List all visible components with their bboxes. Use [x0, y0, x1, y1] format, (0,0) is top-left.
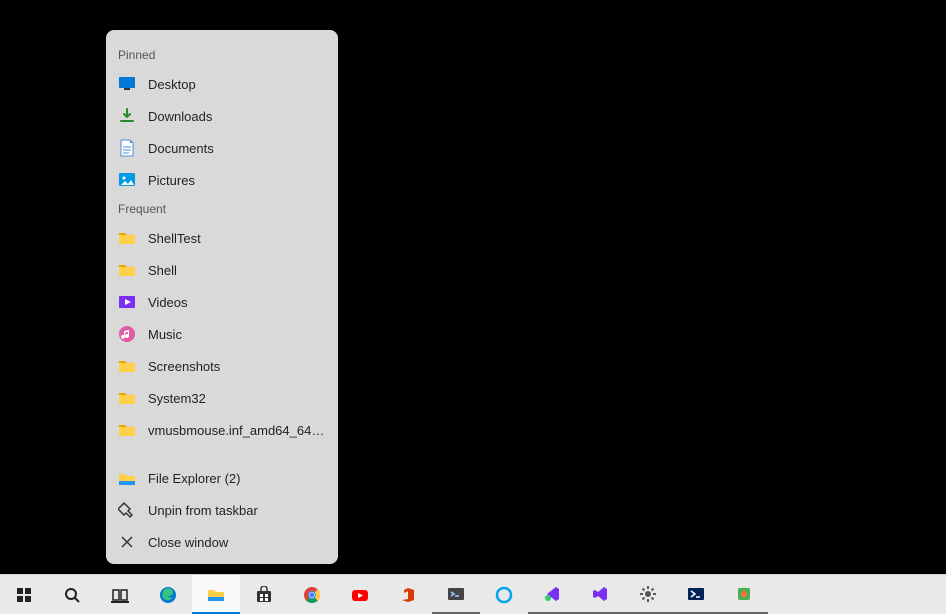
download-icon: [118, 107, 136, 125]
videos-icon: [118, 293, 136, 311]
taskbar-store[interactable]: [240, 575, 288, 614]
jumplist-item-label: vmusbmouse.inf_amd64_64ac7a0a...: [148, 423, 326, 438]
taskbar-chrome[interactable]: [288, 575, 336, 614]
start-icon: [13, 584, 35, 606]
jumplist-item-music[interactable]: Music: [106, 318, 338, 350]
jumplist-item-videos[interactable]: Videos: [106, 286, 338, 318]
jumplist-item-label: Pictures: [148, 173, 326, 188]
section-header: Frequent: [106, 196, 338, 222]
folder-icon: [118, 229, 136, 247]
jumplist-actions: File Explorer (2) Unpin from taskbar Close…: [106, 462, 338, 558]
folder-icon: [118, 421, 136, 439]
document-icon: [118, 139, 136, 157]
jumplist-item-label: Videos: [148, 295, 326, 310]
jumplist-item-pictures[interactable]: Pictures: [106, 164, 338, 196]
jumplist-action-label: File Explorer (2): [148, 471, 326, 486]
taskbar-taskview[interactable]: [96, 575, 144, 614]
folder-icon: [118, 389, 136, 407]
vscode-icon: [541, 583, 563, 605]
jumplist-item-downloads[interactable]: Downloads: [106, 100, 338, 132]
jumplist-item-screenshots[interactable]: Screenshots: [106, 350, 338, 382]
section-header: Pinned: [106, 42, 338, 68]
jumplist-item-shell[interactable]: Shell: [106, 254, 338, 286]
jumplist-item-label: Screenshots: [148, 359, 326, 374]
taskbar-vs[interactable]: [576, 575, 624, 614]
taskbar-misc[interactable]: [720, 575, 768, 614]
folder-icon: [118, 261, 136, 279]
jumplist-action-label: Unpin from taskbar: [148, 503, 326, 518]
taskbar-terminal[interactable]: [432, 575, 480, 614]
youtube-icon: [349, 584, 371, 606]
close-icon: [118, 533, 136, 551]
jumplist-action-app[interactable]: File Explorer (2): [106, 462, 338, 494]
jumplist-action-label: Close window: [148, 535, 326, 550]
taskbar-youtube[interactable]: [336, 575, 384, 614]
pictures-icon: [118, 171, 136, 189]
jumplist-item-system32[interactable]: System32: [106, 382, 338, 414]
taskbar-start[interactable]: [0, 575, 48, 614]
explorer-icon: [118, 469, 136, 487]
explorer-jumplist: Pinned Desktop Downloads Documents Pictures F…: [106, 30, 338, 564]
jumplist-sections: Pinned Desktop Downloads Documents Pictures F…: [106, 42, 338, 446]
visualstudio-icon: [589, 583, 611, 605]
taskbar-office[interactable]: [384, 575, 432, 614]
jumplist-item-label: Music: [148, 327, 326, 342]
jumplist-item-label: System32: [148, 391, 326, 406]
explorer-icon: [205, 583, 227, 605]
taskbar-search[interactable]: [48, 575, 96, 614]
jumplist-item-documents[interactable]: Documents: [106, 132, 338, 164]
jumplist-action-unpin[interactable]: Unpin from taskbar: [106, 494, 338, 526]
taskbar-cortana[interactable]: [480, 575, 528, 614]
taskbar-edge[interactable]: [144, 575, 192, 614]
jumplist-action-close[interactable]: Close window: [106, 526, 338, 558]
store-icon: [253, 584, 275, 606]
jumplist-item-desktop[interactable]: Desktop: [106, 68, 338, 100]
taskview-icon: [109, 584, 131, 606]
taskbar-explorer[interactable]: [192, 575, 240, 614]
search-icon: [61, 584, 83, 606]
settings-icon: [637, 583, 659, 605]
powershell-icon: [685, 583, 707, 605]
music-icon: [118, 325, 136, 343]
desktop-icon: [118, 75, 136, 93]
taskbar-settings[interactable]: [624, 575, 672, 614]
chrome-icon: [301, 584, 323, 606]
jumplist-item-vmusb[interactable]: vmusbmouse.inf_amd64_64ac7a0a...: [106, 414, 338, 446]
taskbar-vscode[interactable]: [528, 575, 576, 614]
jumplist-item-label: ShellTest: [148, 231, 326, 246]
jumplist-item-shelltest[interactable]: ShellTest: [106, 222, 338, 254]
unpin-icon: [118, 501, 136, 519]
taskbar-powershell[interactable]: [672, 575, 720, 614]
jumplist-item-label: Shell: [148, 263, 326, 278]
office-icon: [397, 584, 419, 606]
folder-icon: [118, 357, 136, 375]
misc-icon: [733, 583, 755, 605]
jumplist-item-label: Desktop: [148, 77, 326, 92]
edge-icon: [157, 584, 179, 606]
jumplist-item-label: Documents: [148, 141, 326, 156]
taskbar: [0, 574, 946, 614]
terminal-icon: [445, 583, 467, 605]
cortana-icon: [493, 584, 515, 606]
jumplist-item-label: Downloads: [148, 109, 326, 124]
